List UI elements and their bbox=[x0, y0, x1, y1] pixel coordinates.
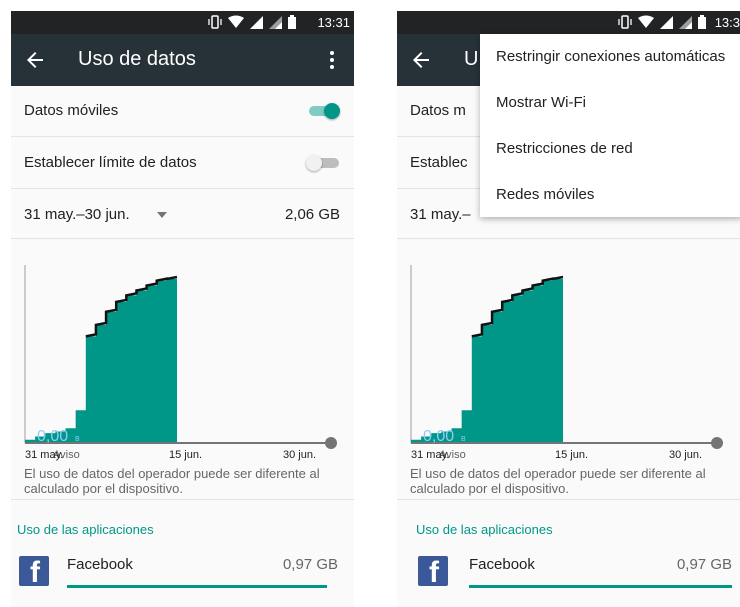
carrier-note: El uso de datos del operador puede ser d… bbox=[410, 466, 706, 496]
back-arrow-icon[interactable] bbox=[23, 48, 47, 72]
period-label: 31 may.–30 jun. bbox=[24, 206, 130, 223]
usage-area bbox=[411, 279, 563, 443]
mobile-data-row[interactable]: Datos móviles bbox=[11, 86, 354, 137]
wifi-icon bbox=[638, 15, 654, 28]
limit-unit: B bbox=[461, 436, 466, 443]
data-usage-chart[interactable]: 0,00 BAviso31 may. 15 jun. 30 jun. bbox=[11, 247, 354, 467]
data-usage-chart[interactable]: 0,00 BAviso31 may. 15 jun. 30 jun. bbox=[397, 247, 740, 467]
dropdown-arrow-icon[interactable] bbox=[157, 212, 167, 218]
more-options-icon[interactable] bbox=[320, 48, 344, 72]
app-bar: Uso de datos bbox=[11, 34, 354, 86]
x-tick-label: 31 may. bbox=[411, 449, 449, 461]
app-usage-bar bbox=[67, 585, 327, 588]
battery-icon bbox=[698, 15, 706, 29]
signal-2-icon bbox=[269, 15, 282, 29]
period-total-usage: 2,06 GB bbox=[284, 206, 340, 223]
x-tick-label: 30 jun. bbox=[669, 449, 702, 461]
data-limit-row[interactable]: Establecer límite de datos bbox=[11, 138, 354, 189]
x-tick-label: 30 jun. bbox=[283, 449, 316, 461]
x-tick-label: 15 jun. bbox=[169, 449, 202, 461]
period-selector[interactable]: 31 may.–30 jun. 2,06 GB bbox=[11, 191, 354, 239]
data-limit-toggle[interactable] bbox=[306, 155, 340, 171]
sweep-handle bbox=[325, 437, 337, 449]
divider bbox=[397, 499, 740, 500]
signal-icon bbox=[660, 15, 673, 29]
menu-item-network-restrictions[interactable]: Restricciones de red bbox=[480, 126, 740, 172]
vibrate-icon bbox=[208, 15, 222, 29]
carrier-note: El uso de datos del operador puede ser d… bbox=[24, 466, 320, 496]
limit-label: 0,00 bbox=[423, 428, 454, 445]
divider bbox=[11, 499, 354, 500]
overflow-menu: Restringir conexiones automáticas Mostra… bbox=[480, 34, 740, 217]
facebook-icon: f bbox=[418, 556, 448, 586]
app-usage-header: Uso de las aplicaciones bbox=[416, 522, 553, 537]
app-usage-value: 0,97 GB bbox=[676, 556, 732, 573]
facebook-icon: f bbox=[19, 556, 49, 586]
status-bar: 13:31 bbox=[11, 11, 354, 34]
menu-item-show-wifi[interactable]: Mostrar Wi-Fi bbox=[480, 80, 740, 126]
app-usage-header: Uso de las aplicaciones bbox=[17, 522, 154, 537]
app-name[interactable]: Facebook bbox=[67, 556, 133, 573]
limit-label: 0,00 bbox=[37, 428, 68, 445]
status-bar: 13:3 bbox=[397, 11, 740, 34]
battery-icon bbox=[288, 15, 296, 29]
back-arrow-icon[interactable] bbox=[409, 48, 433, 72]
page-title: U bbox=[464, 48, 479, 70]
signal-2-icon bbox=[679, 15, 692, 29]
app-usage-bar bbox=[469, 585, 732, 588]
data-limit-label: Establec bbox=[410, 154, 468, 171]
phone-screen-left: 13:31 Uso de datos Datos móviles Estable… bbox=[11, 11, 354, 607]
page-title: Uso de datos bbox=[78, 48, 196, 70]
period-label: 31 may.– bbox=[410, 206, 471, 223]
mobile-data-label: Datos móviles bbox=[24, 102, 119, 119]
mobile-data-toggle[interactable] bbox=[306, 103, 340, 119]
phone-screen-right: 13:3 U Datos m Establec 31 may.– 0,00 B Av… bbox=[397, 11, 740, 607]
status-time: 13:31 bbox=[317, 15, 350, 30]
wifi-icon bbox=[228, 15, 244, 28]
x-tick-label: 15 jun. bbox=[555, 449, 588, 461]
signal-icon bbox=[250, 15, 263, 29]
data-limit-label: Establecer límite de datos bbox=[24, 154, 197, 171]
app-name[interactable]: Facebook bbox=[469, 556, 535, 573]
status-time: 13:3 bbox=[714, 15, 740, 30]
app-usage-value: 0,97 GB bbox=[282, 556, 338, 573]
menu-item-restrict-auto-connections[interactable]: Restringir conexiones automáticas bbox=[480, 34, 740, 80]
usage-area bbox=[25, 279, 177, 443]
menu-item-mobile-networks[interactable]: Redes móviles bbox=[480, 172, 740, 218]
mobile-data-label: Datos m bbox=[410, 102, 466, 119]
x-tick-label: 31 may. bbox=[25, 449, 63, 461]
sweep-handle bbox=[711, 437, 723, 449]
vibrate-icon bbox=[618, 15, 632, 29]
limit-unit: B bbox=[75, 436, 80, 443]
